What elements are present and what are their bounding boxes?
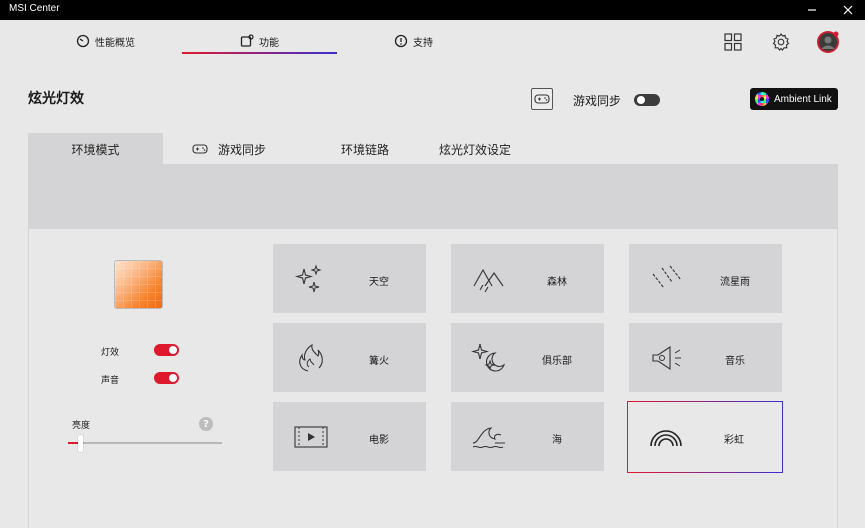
gear-icon xyxy=(772,33,790,51)
settings-button[interactable] xyxy=(769,30,793,54)
sound-label: 声音 xyxy=(101,376,120,386)
game-sync-label: 游戏同步 xyxy=(573,94,622,108)
tab-game-sync[interactable]: 游戏同步 xyxy=(192,133,266,165)
page-title: 炫光灯效 xyxy=(28,91,84,107)
effect-sea[interactable]: 海 xyxy=(451,402,604,471)
gauge-icon xyxy=(76,34,90,48)
meteor-icon xyxy=(649,261,685,297)
effect-label: 流星雨 xyxy=(720,277,750,288)
apps-grid-button[interactable] xyxy=(721,30,745,54)
nav-tab-label: 支持 xyxy=(413,37,433,49)
sparkles-icon xyxy=(293,261,329,297)
game-sync-icon-button[interactable] xyxy=(531,88,553,110)
ambient-link-button[interactable]: Ambient Link xyxy=(750,88,838,110)
tab-label: 环境模式 xyxy=(71,142,120,157)
effect-label: 海 xyxy=(552,435,562,446)
close-button[interactable] xyxy=(834,0,862,20)
nav-tab-label: 性能概览 xyxy=(95,37,135,49)
effect-music[interactable]: 音乐 xyxy=(629,323,782,392)
nav-tab-features[interactable]: 功能 xyxy=(240,30,279,52)
music-icon xyxy=(649,340,685,376)
ambient-ring-icon xyxy=(755,92,769,106)
tab-label: 游戏同步 xyxy=(218,142,267,157)
wave-icon xyxy=(471,419,507,455)
gamepad-icon xyxy=(192,144,208,154)
tab-label: 炫光灯效设定 xyxy=(439,142,512,157)
brightness-slider[interactable] xyxy=(68,442,222,444)
minimize-button[interactable] xyxy=(798,0,826,20)
title-bar: MSI Center xyxy=(0,0,865,20)
tab-light-settings[interactable]: 炫光灯效设定 xyxy=(439,133,511,165)
effect-label: 彩虹 xyxy=(724,435,744,446)
gamepad-icon xyxy=(534,94,550,104)
nav-tab-label: 功能 xyxy=(259,37,279,49)
light-effect-toggle[interactable] xyxy=(154,344,179,356)
light-effect-label: 灯效 xyxy=(101,348,120,358)
close-icon xyxy=(843,5,853,15)
effect-rainbow[interactable]: 彩虹 xyxy=(627,401,783,473)
club-icon xyxy=(471,340,507,376)
effect-club[interactable]: 俱乐部 xyxy=(451,323,604,392)
effect-meteor[interactable]: 流星雨 xyxy=(629,244,782,313)
effect-label: 俱乐部 xyxy=(542,356,572,367)
window-title: MSI Center xyxy=(9,3,60,14)
info-icon xyxy=(394,34,408,48)
tab-label: 环境链路 xyxy=(341,142,390,157)
color-preview-tile xyxy=(114,260,163,309)
campfire-icon xyxy=(293,340,329,376)
effect-film[interactable]: 电影 xyxy=(273,402,426,471)
effect-label: 电影 xyxy=(369,435,389,446)
minimize-icon xyxy=(808,9,816,11)
effect-campfire[interactable]: 篝火 xyxy=(273,323,426,392)
forest-icon xyxy=(471,261,507,297)
effect-forest[interactable]: 森林 xyxy=(451,244,604,313)
effect-label: 音乐 xyxy=(725,356,745,367)
effect-label: 森林 xyxy=(547,277,567,288)
game-sync-toggle[interactable] xyxy=(634,94,660,106)
rainbow-icon xyxy=(648,419,684,455)
ambient-link-label: Ambient Link xyxy=(774,93,832,105)
user-avatar-button[interactable] xyxy=(816,30,840,54)
brightness-label: 亮度 xyxy=(72,421,91,431)
effect-sky[interactable]: 天空 xyxy=(273,244,426,313)
tab-header-band xyxy=(28,164,838,229)
sound-toggle[interactable] xyxy=(154,372,179,384)
tab-ambient-mode[interactable]: 环境模式 xyxy=(28,133,163,165)
avatar-icon xyxy=(817,31,839,53)
nav-active-indicator xyxy=(182,52,337,54)
mode-tabbar: 环境模式 游戏同步 环境链路 炫光灯效设定 xyxy=(28,133,838,165)
tab-ambient-link[interactable]: 环境链路 xyxy=(341,133,389,165)
film-icon xyxy=(293,419,329,455)
nav-tab-support[interactable]: 支持 xyxy=(394,30,433,52)
help-icon[interactable]: ? xyxy=(199,417,213,431)
effect-label: 篝火 xyxy=(369,356,389,367)
grid-icon xyxy=(724,33,742,51)
nav-tab-performance[interactable]: 性能概览 xyxy=(76,30,135,52)
brightness-slider-thumb[interactable] xyxy=(78,435,84,452)
effect-label: 天空 xyxy=(369,277,389,288)
top-nav: 性能概览 功能 支持 xyxy=(0,20,865,64)
feature-icon xyxy=(240,34,254,47)
